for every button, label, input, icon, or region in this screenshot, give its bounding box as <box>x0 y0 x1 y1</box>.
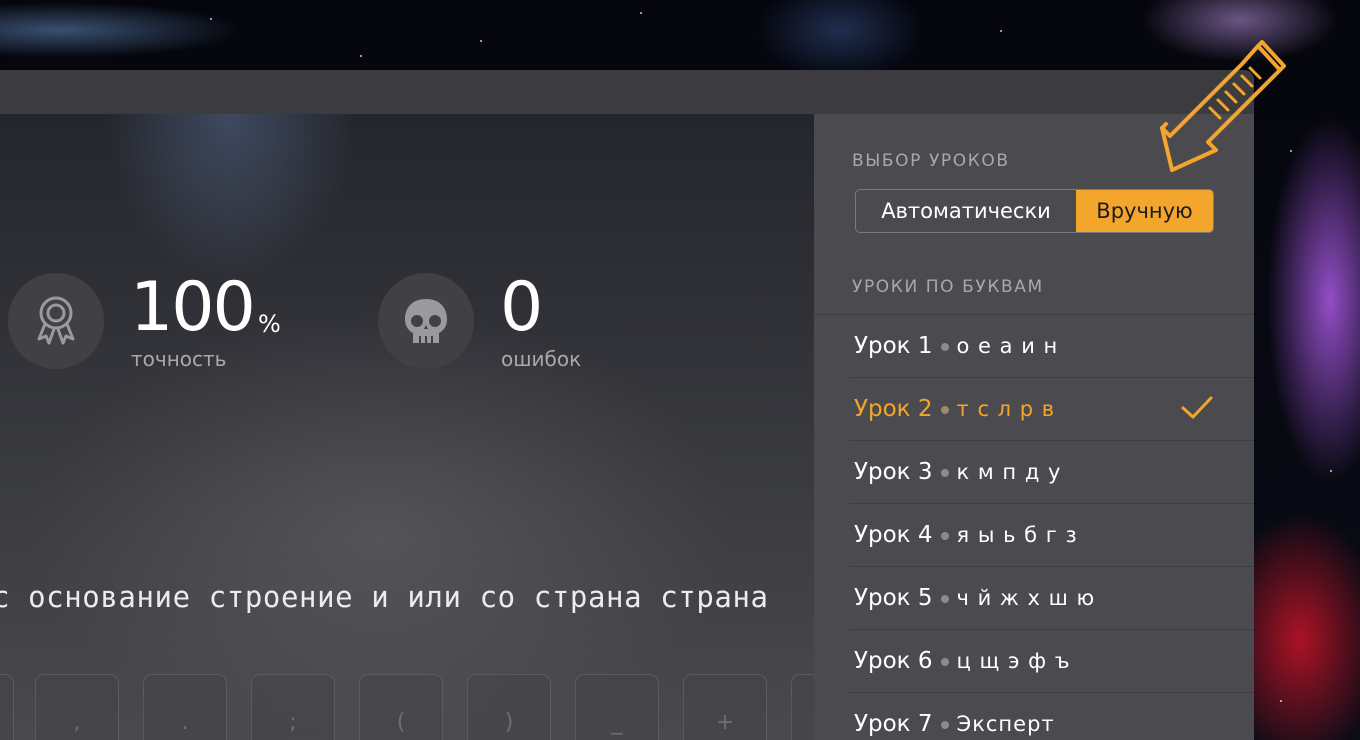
accuracy-value: 100 <box>130 268 256 347</box>
lesson-item-7[interactable]: Урок 7 Эксперт <box>850 693 1254 740</box>
separator-dot <box>940 406 949 414</box>
typing-text-line: с основание строение и или со страна стр… <box>0 580 769 614</box>
skull-icon <box>405 299 447 343</box>
lesson-name: Урок 7 <box>854 711 933 737</box>
keyboard-key-semicolon[interactable]: ; <box>251 674 335 740</box>
lesson-item-1[interactable]: Урок 1 о е а и н <box>850 315 1254 378</box>
lesson-mode-segmented-control: Автоматически Вручную <box>855 189 1214 233</box>
keyboard-key-open-paren[interactable]: ( <box>359 674 443 740</box>
lesson-letters: о е а и н <box>956 334 1059 358</box>
separator-dot <box>940 532 949 540</box>
separator-dot <box>940 595 949 603</box>
keyboard-key-underscore[interactable]: _ <box>575 674 659 740</box>
accuracy-icon-container <box>8 273 104 369</box>
accuracy-label: точность <box>131 347 227 371</box>
keyboard-key-close-paren[interactable]: ) <box>467 674 551 740</box>
lesson-name: Урок 6 <box>854 648 933 674</box>
award-ribbon-icon <box>37 296 75 345</box>
lesson-item-3[interactable]: Урок 3 к м п д у <box>850 441 1254 504</box>
mode-manual-button[interactable]: Вручную <box>1076 190 1213 232</box>
lesson-name: Урок 3 <box>854 459 933 485</box>
lessons-by-letters-title: УРОКИ ПО БУКВАМ <box>852 277 1044 297</box>
lesson-item-5[interactable]: Урок 5 ч й ж х ш ю <box>850 567 1254 630</box>
lesson-letters: т с л р в <box>956 397 1056 421</box>
arrow-callout-icon <box>1160 40 1286 172</box>
separator-dot <box>940 469 949 477</box>
separator-dot <box>940 721 949 729</box>
errors-value: 0 <box>500 268 543 347</box>
errors-label: ошибок <box>501 347 582 371</box>
app-window: 100 % точность 0 ошибок с основание стро… <box>0 70 1254 740</box>
typing-area: 100 % точность 0 ошибок с основание стро… <box>0 114 875 740</box>
lesson-name: Урок 1 <box>854 333 933 359</box>
lesson-letters: к м п д у <box>956 460 1062 484</box>
lesson-name: Урок 5 <box>854 585 933 611</box>
accuracy-unit: % <box>258 310 281 338</box>
window-titlebar <box>0 70 1254 114</box>
keyboard-key-period[interactable]: . <box>143 674 227 740</box>
lesson-name: Урок 2 <box>854 396 933 422</box>
checkmark-icon <box>1181 396 1213 419</box>
lesson-item-6[interactable]: Урок 6 ц щ э ф ъ <box>850 630 1254 693</box>
lesson-letters: ч й ж х ш ю <box>956 586 1096 610</box>
lesson-name: Урок 4 <box>854 522 933 548</box>
lesson-selection-title: ВЫБОР УРОКОВ <box>852 151 1010 171</box>
lesson-list: Урок 1 о е а и н Урок 2 т с л р в Урок 3… <box>814 314 1254 740</box>
lesson-letters: ц щ э ф ъ <box>956 649 1071 673</box>
keyboard-key-comma[interactable]: , <box>35 674 119 740</box>
lesson-item-4[interactable]: Урок 4 я ы ь б г з <box>850 504 1254 567</box>
errors-icon-container <box>378 273 474 369</box>
separator-dot <box>940 343 949 351</box>
keyboard-key-plus[interactable]: + <box>683 674 767 740</box>
lesson-item-2[interactable]: Урок 2 т с л р в <box>850 378 1254 441</box>
separator-dot <box>940 658 949 666</box>
mode-auto-button[interactable]: Автоматически <box>856 190 1076 232</box>
lessons-panel: ВЫБОР УРОКОВ Автоматически Вручную УРОКИ… <box>814 114 1254 740</box>
keyboard-key[interactable] <box>0 674 14 740</box>
lesson-letters: я ы ь б г з <box>956 523 1078 547</box>
lesson-letters: Эксперт <box>956 712 1055 736</box>
